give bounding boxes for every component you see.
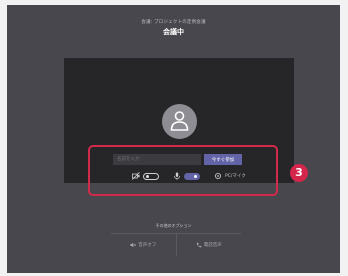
other-options-label: その他のオプション [155,223,192,228]
page-title: 会議中 [163,28,184,36]
step-number-badge: 3 [290,164,308,182]
audio-options: 音声オフ 電話音声 [111,233,241,256]
person-icon [170,111,189,131]
speaker-off-icon [130,242,137,248]
meeting-subtitle: 会議: プロジェクトの定例会議 [141,20,206,25]
join-meeting-screen: 会議: プロジェクトの定例会議 会議中 今すぐ参加 [7,5,340,273]
audio-off-label: 音声オフ [138,243,157,248]
phone-audio-option[interactable]: 電話音声 [175,234,242,256]
phone-icon [196,242,202,248]
phone-audio-label: 電話音声 [203,243,222,248]
highlight-box [88,145,278,196]
audio-off-option[interactable]: 音声オフ [111,234,176,256]
avatar [162,104,197,139]
